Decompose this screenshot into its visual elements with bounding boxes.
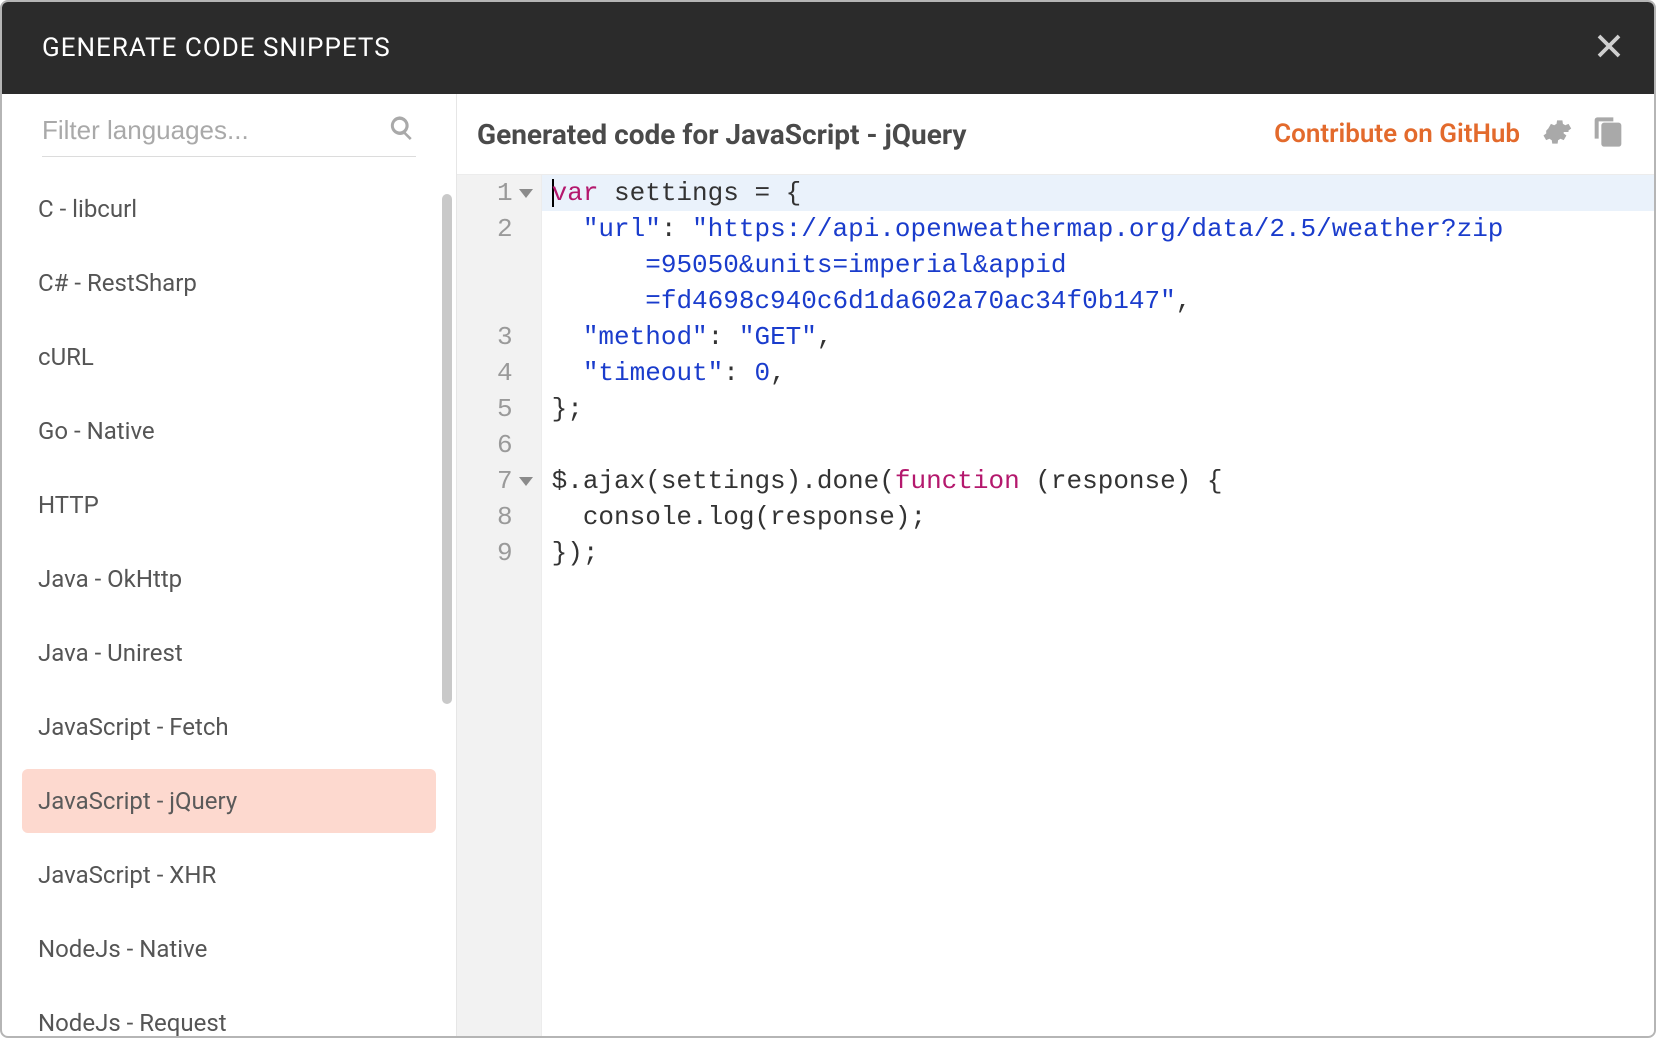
language-list[interactable]: C - libcurl C# - RestSharp cURL Go - Native… [2, 167, 456, 1036]
code-line: $.ajax(settings).done(function (response… [552, 463, 1644, 499]
line-number: 4 [497, 355, 533, 391]
language-item[interactable]: NodeJs - Request [22, 991, 436, 1036]
line-number-gutter: 12 3456789 [457, 175, 542, 1036]
language-item[interactable]: JavaScript - jQuery [22, 769, 436, 833]
line-number: 1 [497, 175, 533, 211]
line-number: 9 [497, 535, 533, 571]
line-number: 8 [497, 499, 533, 535]
fold-toggle-icon[interactable] [519, 477, 533, 486]
language-item[interactable]: C# - RestSharp [22, 251, 436, 315]
settings-button[interactable] [1540, 116, 1572, 152]
code-line: }; [552, 391, 1644, 427]
line-number: 6 [497, 427, 533, 463]
main-panel: Generated code for JavaScript - jQuery C… [457, 94, 1654, 1036]
language-item[interactable]: Java - Unirest [22, 621, 436, 685]
close-icon [1594, 31, 1624, 65]
sidebar-scrollbar[interactable] [442, 194, 452, 704]
generated-code-title: Generated code for JavaScript - jQuery [477, 118, 1254, 151]
code-line: =95050&units=imperial&appid [552, 247, 1644, 283]
copy-icon [1592, 116, 1624, 152]
language-item[interactable]: NodeJs - Native [22, 917, 436, 981]
sidebar: C - libcurl C# - RestSharp cURL Go - Native… [2, 94, 457, 1036]
gear-icon [1540, 116, 1572, 152]
fold-toggle-icon[interactable] [519, 189, 533, 198]
language-item[interactable]: JavaScript - Fetch [22, 695, 436, 759]
modal-body: C - libcurl C# - RestSharp cURL Go - Native… [2, 94, 1654, 1036]
language-item[interactable]: JavaScript - XHR [22, 843, 436, 907]
code-line: "url": "https://api.openweathermap.org/d… [552, 211, 1644, 247]
main-header: Generated code for JavaScript - jQuery C… [457, 94, 1654, 175]
titlebar: GENERATE CODE SNIPPETS [2, 2, 1654, 94]
code-line: }); [552, 535, 1644, 571]
language-item[interactable]: HTTP [22, 473, 436, 537]
filter-languages-input[interactable] [42, 115, 388, 146]
code-editor[interactable]: 12 3456789 var settings = { "url": "https… [457, 175, 1654, 1036]
line-number: 2 [497, 211, 533, 247]
modal-title: GENERATE CODE SNIPPETS [42, 33, 391, 63]
line-number [497, 247, 533, 283]
line-number: 5 [497, 391, 533, 427]
language-item[interactable]: cURL [22, 325, 436, 389]
line-number [497, 283, 533, 319]
code-snippet-modal: GENERATE CODE SNIPPETS C - libcurl C# - R… [0, 0, 1656, 1038]
search-row [42, 114, 416, 157]
code-line: console.log(response); [552, 499, 1644, 535]
search-icon [388, 114, 416, 146]
language-item[interactable]: Java - OkHttp [22, 547, 436, 611]
code-line: "method": "GET", [552, 319, 1644, 355]
line-number: 3 [497, 319, 533, 355]
code-area[interactable]: var settings = { "url": "https://api.ope… [542, 175, 1654, 1036]
line-number: 7 [497, 463, 533, 499]
code-line: =fd4698c940c6d1da602a70ac34f0b147", [552, 283, 1644, 319]
close-button[interactable] [1594, 31, 1624, 65]
language-item[interactable]: Go - Native [22, 399, 436, 463]
code-line [552, 427, 1644, 463]
copy-button[interactable] [1592, 116, 1624, 152]
code-line: "timeout": 0, [552, 355, 1644, 391]
contribute-github-link[interactable]: Contribute on GitHub [1274, 119, 1520, 149]
language-item[interactable]: C - libcurl [22, 177, 436, 241]
